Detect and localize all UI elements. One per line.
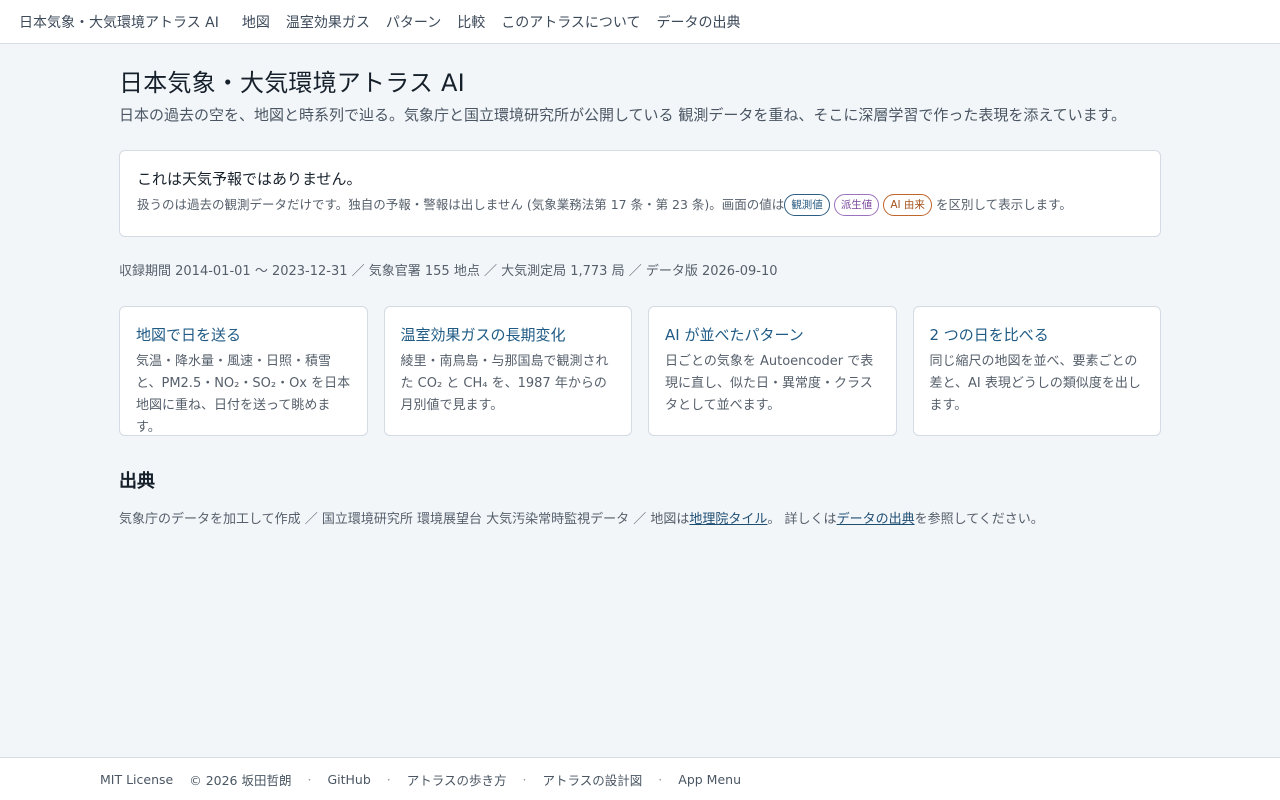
nav-link-patterns[interactable]: パターン — [386, 12, 441, 32]
card-description: 綾里・南鳥島・与那国島で観測された CO₂ と CH₄ を、1987 年からの月… — [400, 354, 609, 413]
footer-separator: · — [386, 771, 391, 787]
sources-text-part: を参照してください。 — [914, 512, 1044, 527]
card-title: 温室効果ガスの長期変化 — [400, 326, 566, 344]
notice-text-after: を区別して表示します。 — [935, 197, 1072, 212]
sources-heading: 出典 — [119, 471, 155, 492]
license-text: MIT License — [100, 771, 174, 787]
nav-link-compare[interactable]: 比較 — [457, 12, 485, 32]
nav-link-about[interactable]: このアトラスについて — [501, 12, 640, 32]
not-forecast-notice: これは天気予報ではありません。 扱うのは過去の観測データだけです。独自の予報・警… — [119, 150, 1161, 237]
github-link[interactable]: GitHub — [327, 772, 370, 787]
nav-brand[interactable]: 日本気象・大気環境アトラス AI — [19, 12, 219, 32]
card-title: AI が並べたパターン — [665, 326, 804, 344]
top-nav: 日本気象・大気環境アトラス AI 地図 温室効果ガス パターン 比較 このアトラ… — [0, 0, 1280, 44]
notice-text-before: 扱うのは過去の観測データだけです。独自の予報・警報は出しません (気象業務法第 … — [137, 197, 785, 212]
page-title: 日本気象・大気環境アトラス AI — [119, 69, 465, 97]
card-description: 日ごとの気象を Autoencoder で表現に直し、似た日・異常度・クラスタと… — [665, 354, 874, 413]
main-content: 日本気象・大気環境アトラス AI 日本の過去の空を、地図と時系列で辿る。気象庁と… — [119, 44, 1161, 529]
card-description: 気温・降水量・風速・日照・積雪と、PM2.5・NO₂・SO₂・Ox を日本地図に… — [136, 354, 351, 435]
card-description: 同じ縮尺の地図を並べ、要素ごとの差と、AI 表現どうしの類似度を出します。 — [929, 354, 1141, 413]
dataset-meta: 収録期間 2014-01-01 〜 2023-12-31 ／ 気象官署 155 … — [119, 264, 778, 279]
notice-title: これは天気予報ではありません。 — [137, 170, 362, 188]
card-ai-patterns[interactable]: AI が並べたパターン 日ごとの気象を Autoencoder で表現に直し、似… — [648, 306, 897, 436]
footer-separator: · — [522, 771, 527, 787]
footer-separator: · — [658, 771, 663, 787]
nav-link-map[interactable]: 地図 — [242, 12, 270, 32]
sources-text: 気象庁のデータを加工して作成 ／ 国立環境研究所 環境展望台 大気汚染常時監視デ… — [119, 511, 1161, 529]
atlas-guide-link[interactable]: アトラスの歩き方 — [407, 770, 507, 789]
copyright-text: © 2026 坂田哲朗 — [189, 772, 292, 788]
nav-link-greenhouse-gas[interactable]: 温室効果ガス — [286, 12, 370, 32]
card-title: 地図で日を送る — [136, 326, 242, 344]
notice-text: 扱うのは過去の観測データだけです。独自の予報・警報は出しません (気象業務法第 … — [137, 194, 1143, 216]
app-menu-link[interactable]: App Menu — [678, 772, 741, 787]
card-greenhouse-gas-trends[interactable]: 温室効果ガスの長期変化 綾里・南鳥島・与那国島で観測された CO₂ と CH₄ … — [383, 306, 632, 436]
observed-value-badge: 観測値 — [784, 194, 830, 216]
derived-value-badge: 派生値 — [833, 194, 880, 216]
footer: MIT License © 2026 坂田哲朗 · GitHub · アトラスの… — [0, 757, 1280, 800]
atlas-design-link[interactable]: アトラスの設計図 — [543, 770, 643, 789]
footer-separator: · — [307, 771, 312, 787]
ai-derived-badge: AI 由来 — [883, 194, 932, 216]
data-sources-link[interactable]: データの出典 — [837, 512, 915, 527]
card-title: 2 つの日を比べる — [929, 326, 1049, 344]
page-subtitle: 日本の過去の空を、地図と時系列で辿る。気象庁と国立環境研究所が公開している 観測… — [119, 106, 1127, 124]
sources-text-part: 。 詳しくは — [767, 512, 837, 527]
nav-link-data-sources[interactable]: データの出典 — [657, 12, 741, 32]
card-map-by-day[interactable]: 地図で日を送る 気温・降水量・風速・日照・積雪と、PM2.5・NO₂・SO₂・O… — [119, 306, 368, 436]
feature-cards: 地図で日を送る 気温・降水量・風速・日照・積雪と、PM2.5・NO₂・SO₂・O… — [119, 306, 1161, 436]
sources-text-part: 気象庁のデータを加工して作成 ／ 国立環境研究所 環境展望台 大気汚染常時監視デ… — [119, 512, 690, 527]
card-compare-days[interactable]: 2 つの日を比べる 同じ縮尺の地図を並べ、要素ごとの差と、AI 表現どうしの類似… — [912, 306, 1161, 436]
gsi-tiles-link[interactable]: 地理院タイル — [689, 512, 767, 527]
